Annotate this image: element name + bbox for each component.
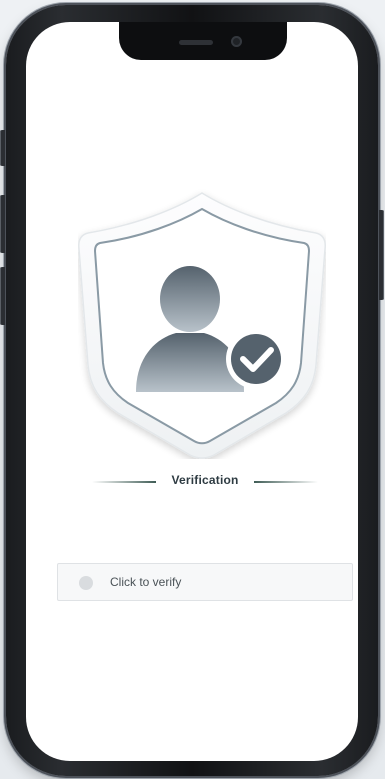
divider-right bbox=[254, 481, 318, 483]
speaker-icon bbox=[179, 40, 213, 45]
radio-dot-icon bbox=[79, 576, 93, 590]
shield-user-check-icon bbox=[78, 187, 326, 459]
phone-frame: Verification Click to verify bbox=[0, 5, 384, 776]
verification-heading: Verification bbox=[26, 471, 358, 491]
phone-screen: Verification Click to verify bbox=[26, 22, 358, 761]
power-button bbox=[379, 210, 384, 300]
verification-title: Verification bbox=[171, 473, 239, 487]
volume-up-button bbox=[0, 195, 5, 253]
camera-icon bbox=[231, 36, 242, 47]
mute-switch bbox=[0, 130, 5, 166]
click-to-verify-button[interactable]: Click to verify bbox=[57, 563, 353, 601]
verify-button-label: Click to verify bbox=[110, 575, 182, 589]
divider-left bbox=[92, 481, 156, 483]
notch bbox=[119, 22, 287, 60]
canvas: Verification Click to verify bbox=[0, 0, 385, 779]
volume-down-button bbox=[0, 267, 5, 325]
